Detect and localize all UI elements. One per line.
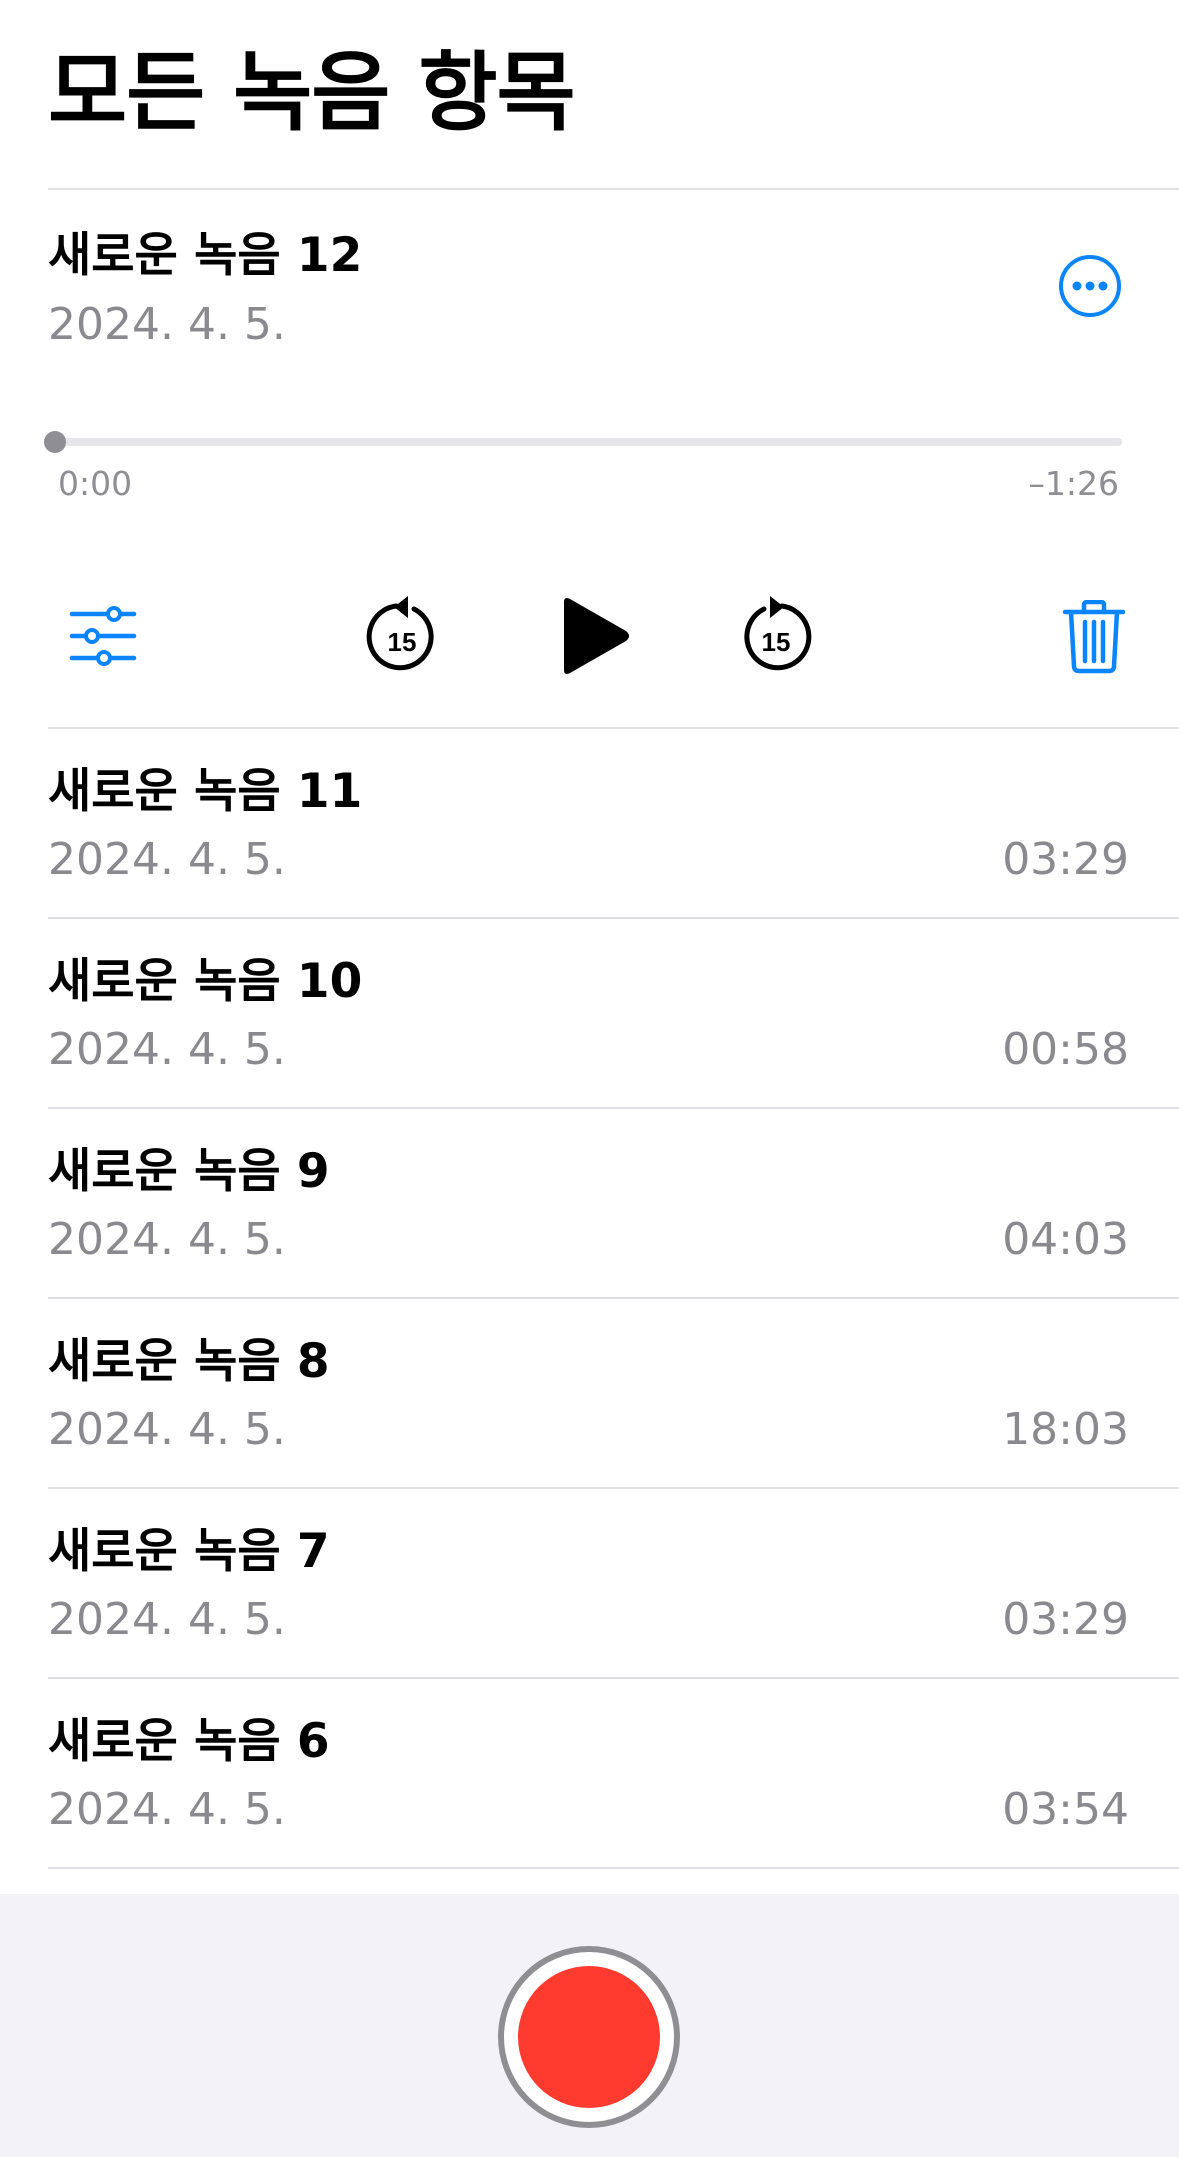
recording-date: 2024. 4. 5. xyxy=(48,1594,286,1645)
divider xyxy=(48,917,1179,919)
recording-duration: 03:29 xyxy=(1002,834,1129,885)
play-icon[interactable] xyxy=(556,594,632,678)
recording-duration: 03:54 xyxy=(1002,1784,1129,1835)
recording-title: 새로운 녹음 7 xyxy=(48,1524,330,1579)
divider xyxy=(48,1677,1179,1679)
divider xyxy=(48,1487,1179,1489)
remaining-time: –1:26 xyxy=(1028,464,1119,503)
skip-forward-15-icon[interactable]: 15 xyxy=(740,596,812,676)
recording-date: 2024. 4. 5. xyxy=(48,834,286,885)
trash-icon[interactable] xyxy=(1062,600,1126,674)
divider xyxy=(48,1297,1179,1299)
record-icon xyxy=(518,1966,660,2108)
recording-title[interactable]: 새로운 녹음 12 xyxy=(48,226,362,286)
divider xyxy=(48,1867,1179,1869)
divider xyxy=(48,188,1179,190)
recording-title: 새로운 녹음 9 xyxy=(48,1144,330,1199)
skip-back-seconds: 15 xyxy=(388,627,417,657)
recording-title: 새로운 녹음 10 xyxy=(48,954,363,1009)
recording-duration: 04:03 xyxy=(1002,1214,1129,1265)
recording-duration: 03:29 xyxy=(1002,1594,1129,1645)
more-ellipsis-icon[interactable] xyxy=(1058,254,1122,318)
recording-title: 새로운 녹음 6 xyxy=(48,1714,330,1769)
skip-back-15-icon[interactable]: 15 xyxy=(366,596,438,676)
recording-title: 새로운 녹음 11 xyxy=(48,764,363,819)
elapsed-time: 0:00 xyxy=(58,464,133,503)
record-button[interactable] xyxy=(498,1946,680,2128)
recording-date: 2024. 4. 5. xyxy=(48,1214,286,1265)
divider xyxy=(48,727,1179,729)
recording-title: 새로운 녹음 8 xyxy=(48,1334,330,1389)
skip-forward-seconds: 15 xyxy=(762,627,791,657)
recording-date: 2024. 4. 5. xyxy=(48,1784,286,1835)
page-title: 모든 녹음 항목 xyxy=(48,43,576,143)
sliders-icon[interactable] xyxy=(68,605,138,667)
recording-duration: 18:03 xyxy=(1002,1404,1129,1455)
scrubber-thumb[interactable] xyxy=(44,431,66,453)
recording-duration: 00:58 xyxy=(1002,1024,1129,1075)
recording-date: 2024. 4. 5. xyxy=(48,299,286,350)
recording-date: 2024. 4. 5. xyxy=(48,1024,286,1075)
recording-date: 2024. 4. 5. xyxy=(48,1404,286,1455)
divider xyxy=(48,1107,1179,1109)
playback-scrubber[interactable] xyxy=(48,438,1122,446)
